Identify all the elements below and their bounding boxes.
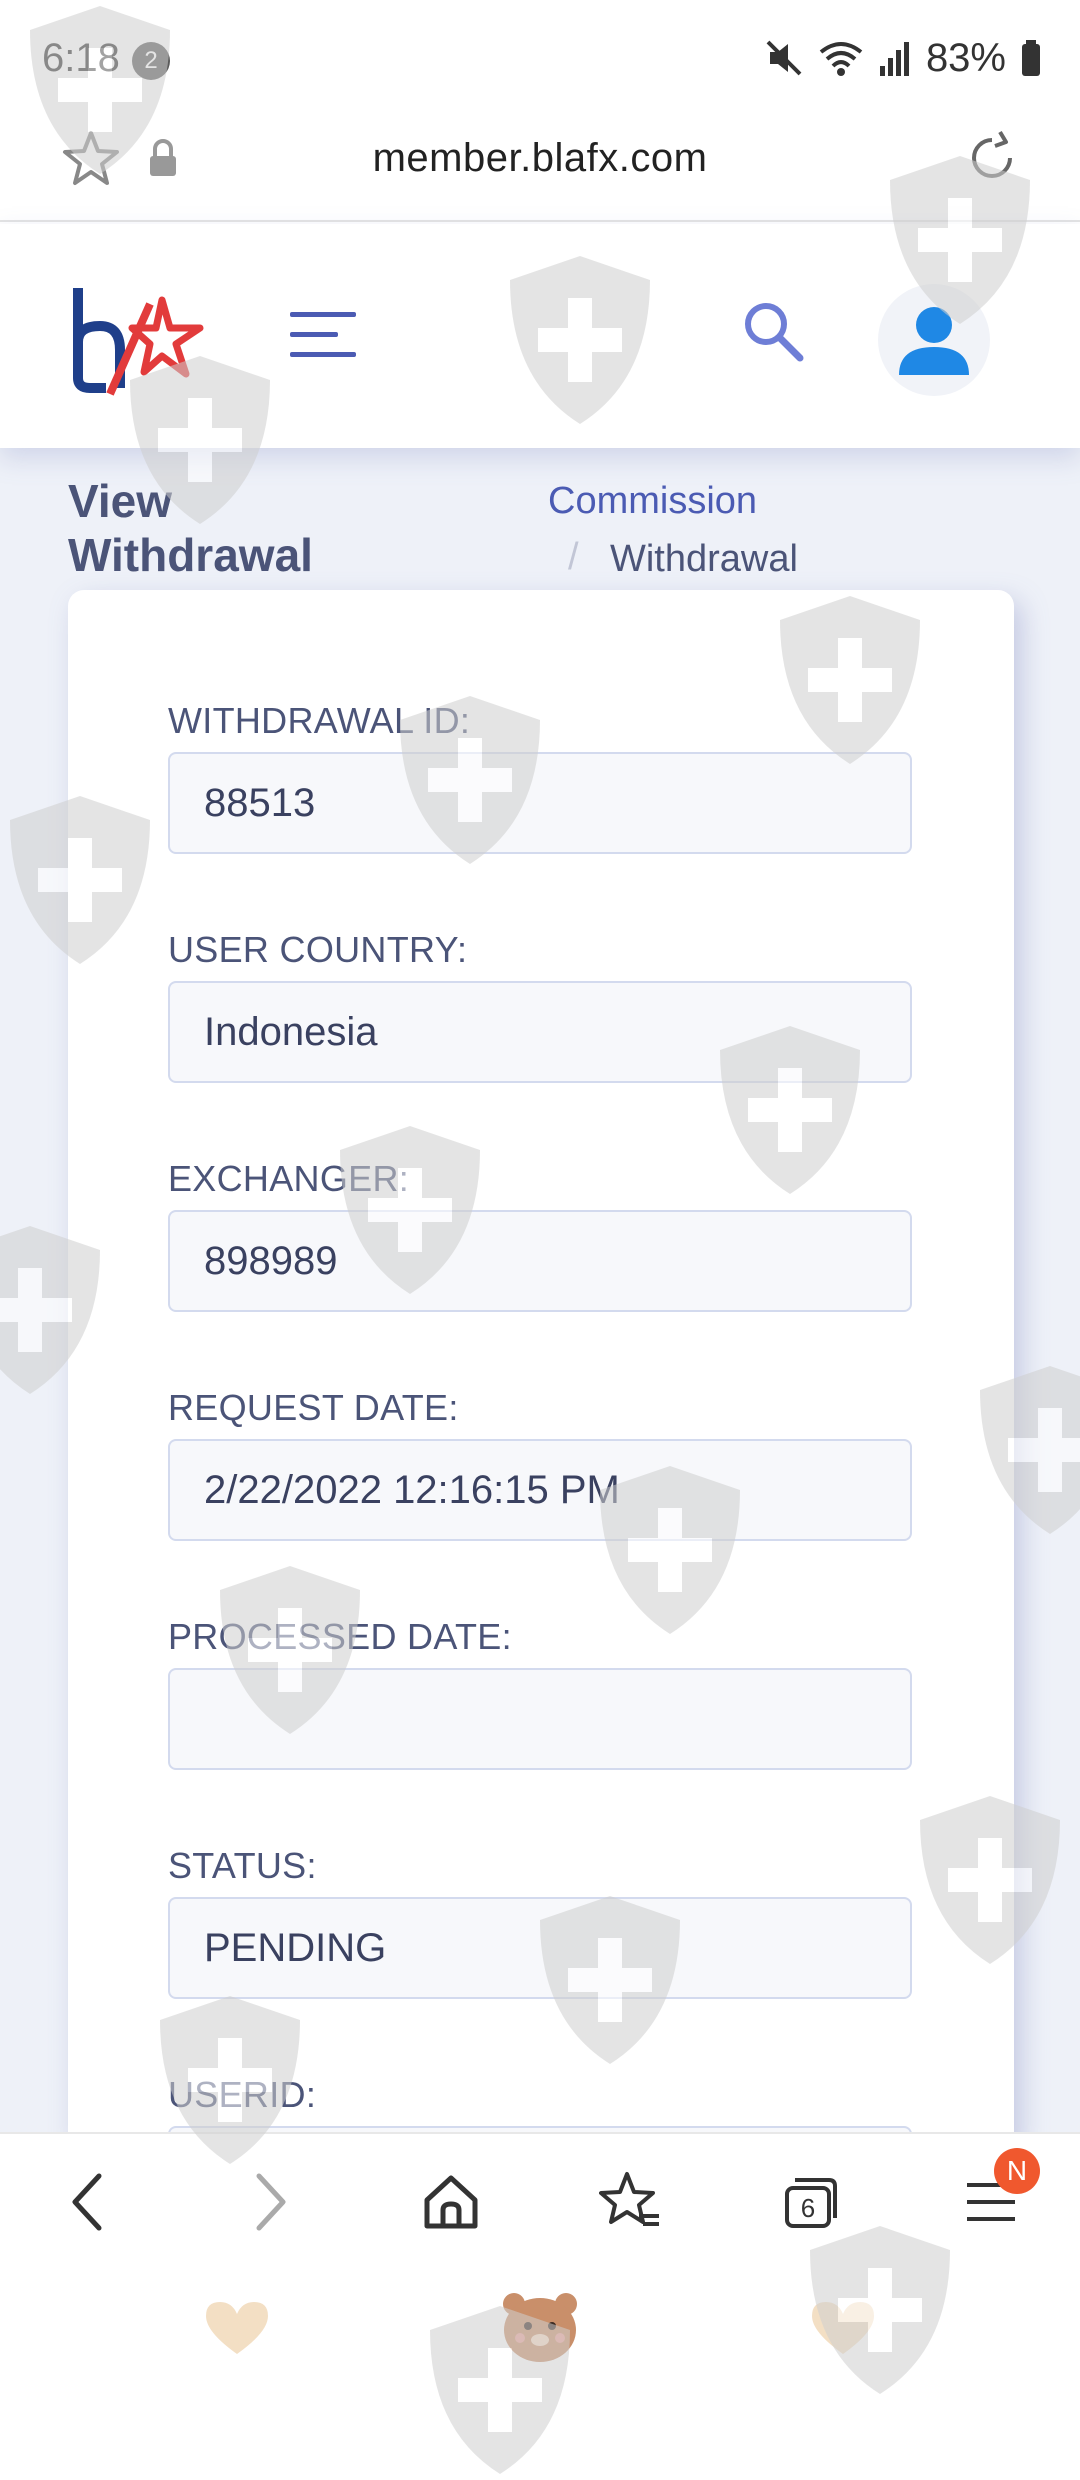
- withdrawal-id-field[interactable]: 88513: [168, 752, 912, 854]
- browser-bottom-nav: 6 N: [0, 2132, 1080, 2266]
- field-label: STATUS:: [168, 1845, 317, 1886]
- field-label: REQUEST DATE:: [168, 1387, 459, 1428]
- field-processed-date: PROCESSED DATE:: [168, 1614, 912, 1770]
- search-icon[interactable]: [738, 296, 808, 366]
- field-user-country: USER COUNTRY: Indonesia: [168, 927, 912, 1083]
- breadcrumb-withdrawal: Withdrawal: [610, 538, 798, 580]
- wifi-icon: [819, 42, 863, 76]
- page-content: View Withdrawal Commission / Withdrawal …: [0, 448, 1080, 2228]
- tabs-count: 6: [801, 2193, 815, 2223]
- field-label: USER COUNTRY:: [168, 929, 468, 970]
- status-icons: 83%: [764, 30, 1042, 86]
- browser-url-bar: member.blafx.com: [0, 118, 1080, 222]
- field-exchanger: EXCHANGER: 898989: [168, 1156, 912, 1312]
- menu-icon[interactable]: [290, 308, 356, 360]
- browser-menu-button[interactable]: N: [946, 2148, 1040, 2242]
- breadcrumb-commission[interactable]: Commission: [548, 480, 757, 523]
- processed-date-field[interactable]: [168, 1668, 912, 1770]
- battery-percent: 83%: [925, 35, 1006, 80]
- user-avatar-button[interactable]: [878, 284, 990, 396]
- mute-icon: [766, 40, 802, 76]
- battery-icon: [1022, 40, 1040, 76]
- breadcrumb-separator: /: [568, 536, 579, 578]
- reload-icon[interactable]: [960, 126, 1024, 190]
- bear-icon[interactable]: [500, 2288, 580, 2364]
- menu-badge: N: [994, 2148, 1040, 2194]
- site-header: [0, 224, 1080, 448]
- home-icon: [424, 2175, 478, 2229]
- back-icon: [72, 2173, 102, 2231]
- signal-icon: [879, 42, 909, 76]
- url-text[interactable]: member.blafx.com: [0, 136, 1080, 181]
- page-title-line-2: Withdrawal: [68, 529, 313, 581]
- page-title-line-1: View: [68, 475, 172, 527]
- field-label: USERID:: [168, 2074, 317, 2115]
- tabs-button[interactable]: 6: [766, 2162, 856, 2242]
- status-time: 6:18: [42, 36, 120, 80]
- user-country-field[interactable]: Indonesia: [168, 981, 912, 1083]
- page-title: View Withdrawal: [68, 474, 313, 582]
- field-status: STATUS: PENDING: [168, 1843, 912, 1999]
- exchanger-field[interactable]: 898989: [168, 1210, 912, 1312]
- heart-icon[interactable]: [202, 2298, 272, 2358]
- field-request-date: REQUEST DATE: 2/22/2022 12:16:15 PM: [168, 1385, 912, 1541]
- status-field[interactable]: PENDING: [168, 1897, 912, 1999]
- heart-icon[interactable]: [808, 2298, 878, 2358]
- bookmarks-icon: [599, 2172, 659, 2226]
- forward-icon: [256, 2173, 286, 2231]
- withdrawal-detail-card: WITHDRAWAL ID: 88513 USER COUNTRY: Indon…: [68, 590, 1014, 2228]
- notification-count-badge: 2: [132, 42, 170, 80]
- forward-button[interactable]: [226, 2162, 316, 2242]
- field-label: PROCESSED DATE:: [168, 1616, 512, 1657]
- logo[interactable]: [70, 280, 210, 400]
- user-icon: [899, 307, 969, 375]
- bookmarks-button[interactable]: [586, 2162, 676, 2242]
- status-bar: 6:18 2 83%: [0, 0, 1080, 118]
- home-button[interactable]: [406, 2162, 496, 2242]
- system-nav-bar: [0, 2266, 1080, 2400]
- tabs-icon: 6: [785, 2178, 837, 2228]
- field-label: EXCHANGER:: [168, 1158, 410, 1199]
- field-label: WITHDRAWAL ID:: [168, 700, 471, 741]
- back-button[interactable]: [42, 2162, 132, 2242]
- request-date-field[interactable]: 2/22/2022 12:16:15 PM: [168, 1439, 912, 1541]
- field-withdrawal-id: WITHDRAWAL ID: 88513: [168, 698, 912, 854]
